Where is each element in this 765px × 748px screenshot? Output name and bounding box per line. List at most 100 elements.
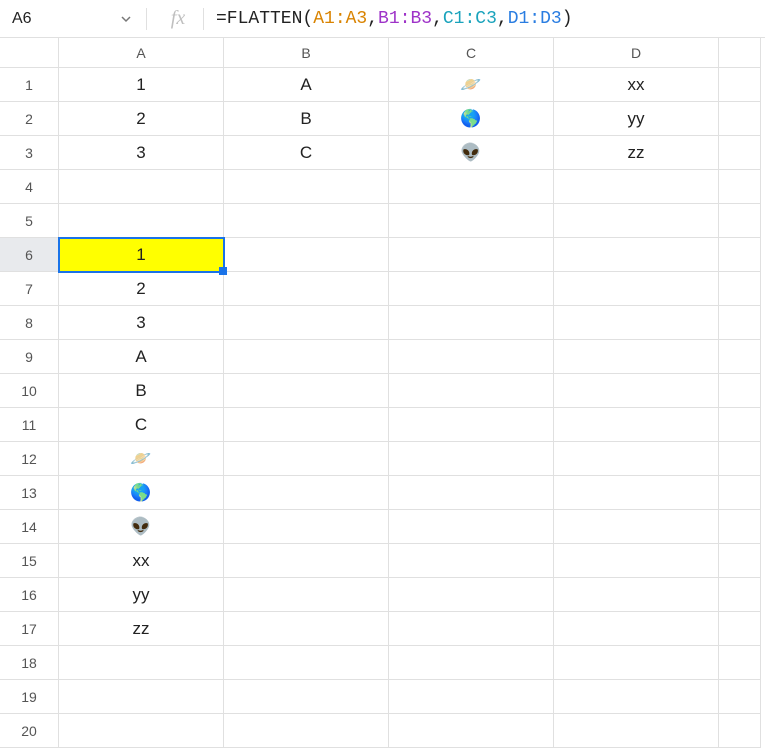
cell-D20[interactable] — [554, 714, 719, 748]
cell-B16[interactable] — [224, 578, 389, 612]
cell-B13[interactable] — [224, 476, 389, 510]
cell-C1[interactable]: 🪐 — [389, 68, 554, 102]
cell-extra-17[interactable] — [719, 612, 761, 646]
cell-extra-14[interactable] — [719, 510, 761, 544]
cell-C10[interactable] — [389, 374, 554, 408]
cell-extra-13[interactable] — [719, 476, 761, 510]
cell-B5[interactable] — [224, 204, 389, 238]
cell-C11[interactable] — [389, 408, 554, 442]
row-header-16[interactable]: 16 — [0, 578, 59, 612]
cell-B15[interactable] — [224, 544, 389, 578]
cell-C4[interactable] — [389, 170, 554, 204]
row-header-2[interactable]: 2 — [0, 102, 59, 136]
cell-C14[interactable] — [389, 510, 554, 544]
cell-A13[interactable]: 🌎 — [59, 476, 224, 510]
cell-B8[interactable] — [224, 306, 389, 340]
cell-B10[interactable] — [224, 374, 389, 408]
cell-C13[interactable] — [389, 476, 554, 510]
cell-D16[interactable] — [554, 578, 719, 612]
cell-C6[interactable] — [389, 238, 554, 272]
cell-D5[interactable] — [554, 204, 719, 238]
cell-C8[interactable] — [389, 306, 554, 340]
cell-A12[interactable]: 🪐 — [59, 442, 224, 476]
cell-A18[interactable] — [59, 646, 224, 680]
row-header-4[interactable]: 4 — [0, 170, 59, 204]
column-header-A[interactable]: A — [59, 38, 224, 68]
cell-A3[interactable]: 3 — [59, 136, 224, 170]
cell-A9[interactable]: A — [59, 340, 224, 374]
cell-extra-10[interactable] — [719, 374, 761, 408]
cell-extra-8[interactable] — [719, 306, 761, 340]
row-header-18[interactable]: 18 — [0, 646, 59, 680]
cell-B17[interactable] — [224, 612, 389, 646]
cell-extra-19[interactable] — [719, 680, 761, 714]
cell-A11[interactable]: C — [59, 408, 224, 442]
cell-A16[interactable]: yy — [59, 578, 224, 612]
cell-D13[interactable] — [554, 476, 719, 510]
cell-D18[interactable] — [554, 646, 719, 680]
cell-B7[interactable] — [224, 272, 389, 306]
cell-C17[interactable] — [389, 612, 554, 646]
cell-extra-7[interactable] — [719, 272, 761, 306]
cell-D11[interactable] — [554, 408, 719, 442]
cell-D9[interactable] — [554, 340, 719, 374]
cell-B2[interactable]: B — [224, 102, 389, 136]
cell-A1[interactable]: 1 — [59, 68, 224, 102]
row-header-11[interactable]: 11 — [0, 408, 59, 442]
cell-C19[interactable] — [389, 680, 554, 714]
row-header-12[interactable]: 12 — [0, 442, 59, 476]
row-header-7[interactable]: 7 — [0, 272, 59, 306]
cell-A17[interactable]: zz — [59, 612, 224, 646]
cell-B20[interactable] — [224, 714, 389, 748]
cell-extra-11[interactable] — [719, 408, 761, 442]
cell-A7[interactable]: 2 — [59, 272, 224, 306]
cell-extra-18[interactable] — [719, 646, 761, 680]
column-header-extra[interactable] — [719, 38, 761, 68]
row-header-15[interactable]: 15 — [0, 544, 59, 578]
cell-extra-4[interactable] — [719, 170, 761, 204]
cell-D12[interactable] — [554, 442, 719, 476]
cell-C3[interactable]: 👽 — [389, 136, 554, 170]
cell-B3[interactable]: C — [224, 136, 389, 170]
select-all-corner[interactable] — [0, 38, 59, 68]
cell-C9[interactable] — [389, 340, 554, 374]
cell-extra-9[interactable] — [719, 340, 761, 374]
row-header-6[interactable]: 6 — [0, 238, 59, 272]
cell-A19[interactable] — [59, 680, 224, 714]
cell-B11[interactable] — [224, 408, 389, 442]
cell-extra-6[interactable] — [719, 238, 761, 272]
row-header-5[interactable]: 5 — [0, 204, 59, 238]
cell-C5[interactable] — [389, 204, 554, 238]
cell-extra-12[interactable] — [719, 442, 761, 476]
cell-A4[interactable] — [59, 170, 224, 204]
cell-C2[interactable]: 🌎 — [389, 102, 554, 136]
cell-D14[interactable] — [554, 510, 719, 544]
cell-B9[interactable] — [224, 340, 389, 374]
cell-D3[interactable]: zz — [554, 136, 719, 170]
row-header-20[interactable]: 20 — [0, 714, 59, 748]
cell-extra-2[interactable] — [719, 102, 761, 136]
row-header-8[interactable]: 8 — [0, 306, 59, 340]
cell-D19[interactable] — [554, 680, 719, 714]
row-header-17[interactable]: 17 — [0, 612, 59, 646]
cell-A8[interactable]: 3 — [59, 306, 224, 340]
formula-input[interactable]: =FLATTEN(A1:A3,B1:B3,C1:C3,D1:D3) — [210, 9, 761, 29]
cell-D17[interactable] — [554, 612, 719, 646]
cell-extra-3[interactable] — [719, 136, 761, 170]
row-header-3[interactable]: 3 — [0, 136, 59, 170]
row-header-14[interactable]: 14 — [0, 510, 59, 544]
cell-C16[interactable] — [389, 578, 554, 612]
cell-C7[interactable] — [389, 272, 554, 306]
cell-A5[interactable] — [59, 204, 224, 238]
cell-A15[interactable]: xx — [59, 544, 224, 578]
row-header-1[interactable]: 1 — [0, 68, 59, 102]
cell-D15[interactable] — [554, 544, 719, 578]
cell-B14[interactable] — [224, 510, 389, 544]
column-header-D[interactable]: D — [554, 38, 719, 68]
cell-C20[interactable] — [389, 714, 554, 748]
cell-C12[interactable] — [389, 442, 554, 476]
cell-extra-15[interactable] — [719, 544, 761, 578]
column-header-C[interactable]: C — [389, 38, 554, 68]
cell-extra-5[interactable] — [719, 204, 761, 238]
cell-C18[interactable] — [389, 646, 554, 680]
